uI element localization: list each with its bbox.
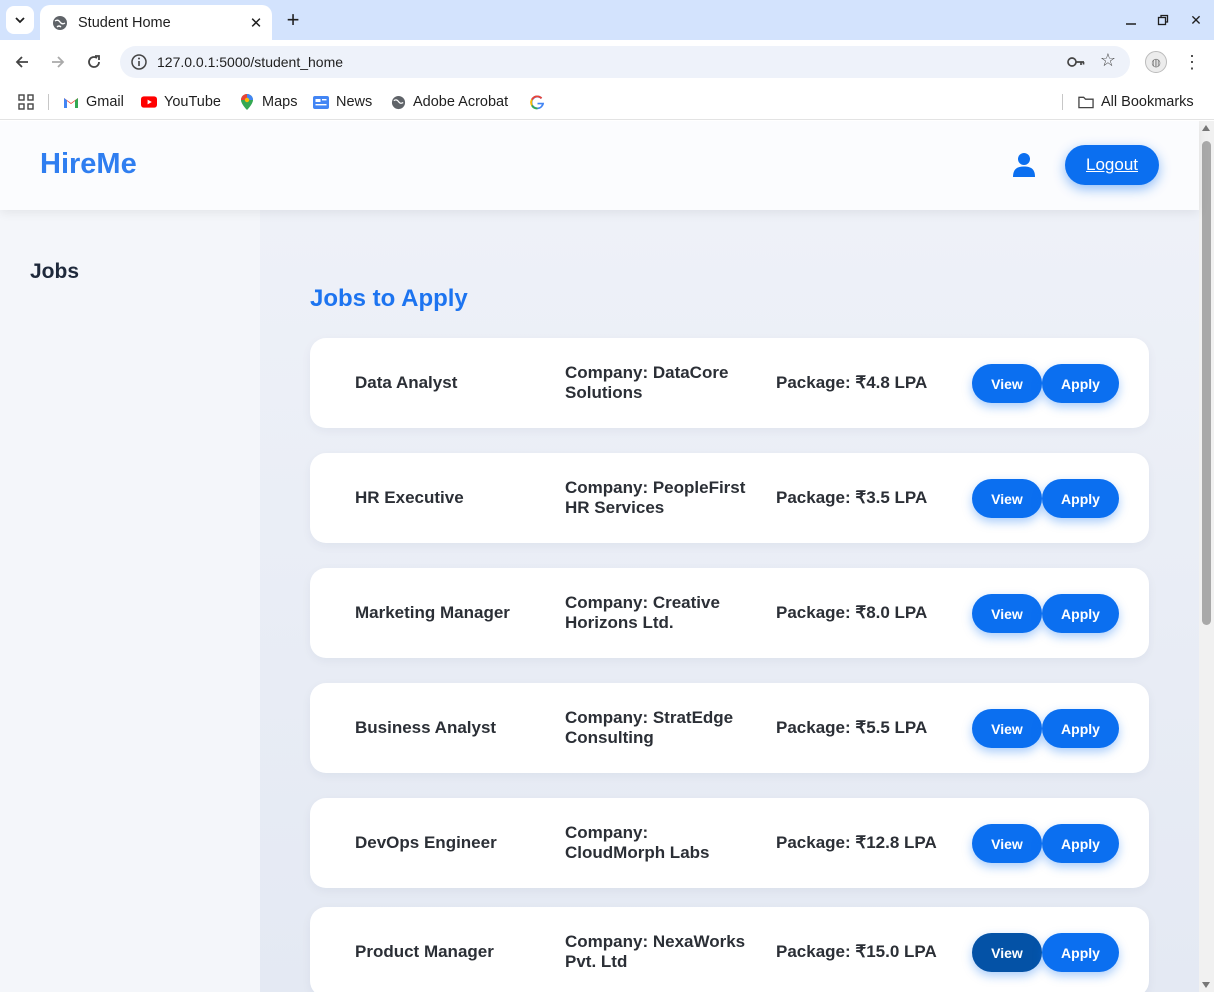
- bookmark-separator: [48, 94, 49, 110]
- scroll-down-arrow-icon[interactable]: [1202, 982, 1210, 988]
- bookmark-label: Gmail: [86, 94, 124, 110]
- bookmarks-bar: Gmail YouTube Maps News Adobe Acrobat Al…: [0, 84, 1214, 120]
- gmail-icon: [63, 94, 79, 110]
- page-viewport: HireMe Logout Jobs Jobs to Apply Data An…: [0, 121, 1214, 992]
- bookmark-youtube[interactable]: YouTube: [141, 91, 221, 113]
- app-logo[interactable]: HireMe: [40, 148, 137, 181]
- back-icon[interactable]: [9, 49, 35, 75]
- job-package: Package: ₹4.8 LPA: [776, 373, 928, 392]
- job-title: Marketing Manager: [355, 603, 510, 622]
- job-title: DevOps Engineer: [355, 833, 497, 852]
- minimize-icon[interactable]: [1118, 8, 1144, 32]
- view-job-button[interactable]: View: [972, 709, 1042, 748]
- site-info-icon[interactable]: [130, 53, 148, 71]
- bookmark-adobe-acrobat[interactable]: Adobe Acrobat: [390, 91, 508, 113]
- apply-job-button[interactable]: Apply: [1042, 933, 1119, 972]
- bookmark-star-icon[interactable]: ☆: [1100, 50, 1116, 71]
- logout-button[interactable]: Logout: [1065, 145, 1159, 185]
- job-package: Package: ₹8.0 LPA: [776, 603, 928, 622]
- url-text: 127.0.0.1:5000/student_home: [157, 54, 344, 70]
- bookmark-label: YouTube: [164, 94, 221, 110]
- tab-search-button[interactable]: [6, 6, 34, 34]
- apply-job-button[interactable]: Apply: [1042, 824, 1119, 863]
- bookmark-maps[interactable]: Maps: [239, 91, 297, 113]
- apply-job-button[interactable]: Apply: [1042, 594, 1119, 633]
- job-company: Company: CloudMorph Labs: [565, 823, 710, 862]
- all-bookmarks-label: All Bookmarks: [1101, 94, 1194, 110]
- bookmark-label: Maps: [262, 94, 298, 110]
- job-card: Business Analyst Company: StratEdge Cons…: [310, 683, 1149, 773]
- chevron-down-icon: [15, 17, 25, 24]
- more-menu-icon[interactable]: ⋮: [1182, 50, 1202, 74]
- job-company: Company: NexaWorks Pvt. Ltd: [565, 932, 746, 971]
- restore-icon[interactable]: [1150, 8, 1176, 32]
- main-content: Jobs to Apply Data Analyst Company: Data…: [260, 210, 1199, 992]
- job-package: Package: ₹12.8 LPA: [776, 833, 937, 852]
- user-profile-icon[interactable]: [1012, 152, 1036, 178]
- job-company: Company: Creative Horizons Ltd.: [565, 593, 720, 632]
- forward-icon[interactable]: [45, 49, 71, 75]
- view-job-button[interactable]: View: [972, 364, 1042, 403]
- youtube-icon: [141, 94, 157, 110]
- page-title: Jobs to Apply: [310, 285, 468, 312]
- job-package: Package: ₹5.5 LPA: [776, 718, 928, 737]
- globe-icon: [53, 15, 67, 30]
- all-bookmarks-button[interactable]: All Bookmarks: [1078, 91, 1194, 113]
- apply-job-button[interactable]: Apply: [1042, 709, 1119, 748]
- bookmark-label: News: [336, 94, 373, 110]
- apply-job-button[interactable]: Apply: [1042, 364, 1119, 403]
- address-bar[interactable]: 127.0.0.1:5000/student_home ☆: [120, 46, 1130, 78]
- job-card: Marketing Manager Company: Creative Hori…: [310, 568, 1149, 658]
- job-title: HR Executive: [355, 488, 464, 507]
- scroll-thumb[interactable]: [1202, 141, 1211, 625]
- job-package: Package: ₹3.5 LPA: [776, 488, 928, 507]
- browser-tab[interactable]: Student Home ✕: [40, 5, 272, 40]
- job-card: Product Manager Company: NexaWorks Pvt. …: [310, 907, 1149, 992]
- folder-icon: [1078, 94, 1094, 110]
- sidebar-item-jobs[interactable]: Jobs: [30, 260, 79, 284]
- job-card: DevOps Engineer Company: CloudMorph Labs…: [310, 798, 1149, 888]
- job-title: Product Manager: [355, 942, 494, 961]
- close-window-icon[interactable]: ✕: [1183, 8, 1209, 32]
- sidebar: Jobs: [0, 210, 260, 992]
- bookmark-separator: [1062, 94, 1063, 110]
- job-title: Data Analyst: [355, 373, 458, 392]
- browser-tab-strip: Student Home ✕ + ✕: [0, 0, 1214, 40]
- new-tab-icon[interactable]: +: [280, 6, 306, 34]
- apply-job-button[interactable]: Apply: [1042, 479, 1119, 518]
- view-job-button[interactable]: View: [972, 933, 1042, 972]
- browser-toolbar: 127.0.0.1:5000/student_home ☆ ◍ ⋮: [0, 40, 1214, 84]
- app-navbar: HireMe Logout: [0, 121, 1199, 210]
- view-job-button[interactable]: View: [972, 824, 1042, 863]
- job-title: Business Analyst: [355, 718, 497, 737]
- job-card: Data Analyst Company: DataCore Solutions…: [310, 338, 1149, 428]
- job-company: Company: DataCore Solutions: [565, 363, 729, 402]
- maps-pin-icon: [239, 94, 255, 110]
- scroll-up-arrow-icon[interactable]: [1202, 125, 1210, 131]
- globe-icon: [390, 94, 406, 110]
- view-job-button[interactable]: View: [972, 479, 1042, 518]
- tab-title: Student Home: [78, 14, 171, 31]
- reload-icon[interactable]: [81, 49, 107, 75]
- close-tab-icon[interactable]: ✕: [244, 14, 268, 32]
- bookmark-gmail[interactable]: Gmail: [63, 91, 124, 113]
- profile-avatar[interactable]: ◍: [1145, 51, 1167, 73]
- job-company: Company: StratEdge Consulting: [565, 708, 734, 747]
- job-package: Package: ₹15.0 LPA: [776, 942, 937, 961]
- page-scrollbar[interactable]: [1199, 121, 1214, 992]
- bookmark-news[interactable]: News: [313, 91, 372, 113]
- news-icon: [313, 94, 329, 110]
- bookmark-label: Adobe Acrobat: [413, 94, 509, 110]
- bookmark-google[interactable]: [529, 91, 552, 113]
- password-key-icon[interactable]: [1066, 52, 1086, 72]
- job-card: HR Executive Company: PeopleFirst HR Ser…: [310, 453, 1149, 543]
- google-icon: [529, 94, 545, 110]
- job-company: Company: PeopleFirst HR Services: [565, 478, 746, 517]
- apps-grid-icon[interactable]: [18, 91, 34, 113]
- view-job-button[interactable]: View: [972, 594, 1042, 633]
